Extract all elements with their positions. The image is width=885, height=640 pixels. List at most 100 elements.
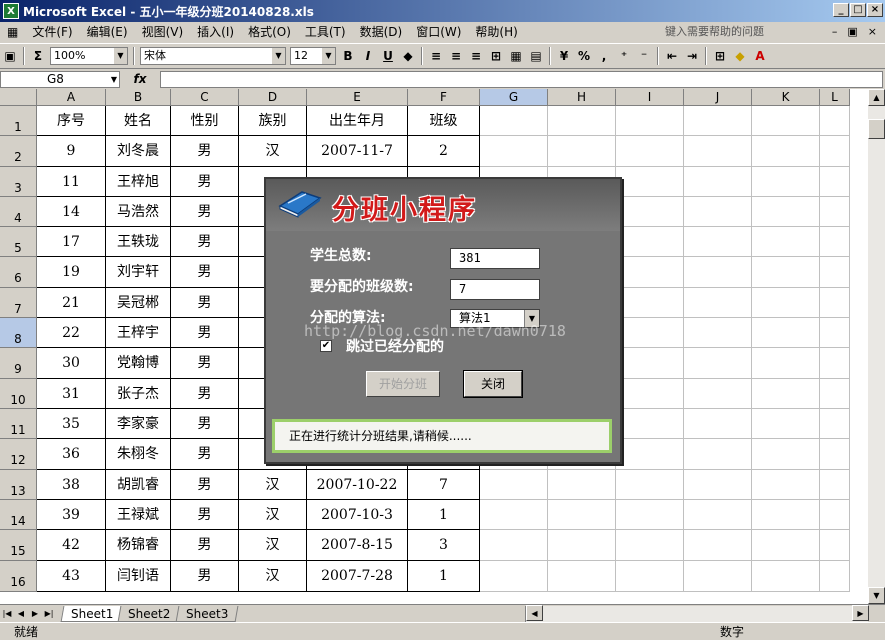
empty-cell[interactable] bbox=[616, 288, 684, 318]
table-header-cell[interactable]: 族别 bbox=[239, 106, 307, 136]
menu-view[interactable]: 视图(V) bbox=[135, 22, 191, 42]
table-cell[interactable]: 刘宇轩 bbox=[106, 257, 171, 288]
row-header-12[interactable]: 12 bbox=[0, 439, 37, 470]
empty-cell[interactable] bbox=[480, 500, 548, 530]
close-window-button[interactable]: × bbox=[867, 3, 883, 17]
empty-cell[interactable] bbox=[752, 257, 820, 288]
name-box[interactable]: G8 ▼ bbox=[0, 70, 120, 88]
increase-indent-icon[interactable]: ⇥ bbox=[682, 46, 702, 66]
empty-cell[interactable] bbox=[820, 470, 850, 500]
table-cell[interactable]: 男 bbox=[171, 439, 239, 470]
empty-cell[interactable] bbox=[616, 257, 684, 288]
table-cell[interactable]: 男 bbox=[171, 257, 239, 288]
row-header-5[interactable]: 5 bbox=[0, 227, 37, 257]
bold-button[interactable]: B bbox=[338, 46, 358, 66]
table-cell[interactable]: 1 bbox=[408, 500, 480, 530]
empty-cell[interactable] bbox=[548, 106, 616, 136]
scroll-up-icon[interactable]: ▲ bbox=[868, 89, 885, 106]
empty-cell[interactable] bbox=[616, 167, 684, 197]
table-cell[interactable]: 42 bbox=[37, 530, 106, 561]
table-cell[interactable]: 男 bbox=[171, 136, 239, 167]
empty-cell[interactable] bbox=[820, 257, 850, 288]
table-cell[interactable]: 男 bbox=[171, 379, 239, 409]
empty-cell[interactable] bbox=[480, 106, 548, 136]
table-cell[interactable]: 王禄斌 bbox=[106, 500, 171, 530]
next-sheet-icon[interactable]: ▶ bbox=[28, 609, 42, 618]
font-size-select[interactable]: 12 ▼ bbox=[290, 47, 336, 65]
empty-cell[interactable] bbox=[820, 167, 850, 197]
empty-cell[interactable] bbox=[820, 379, 850, 409]
table-cell[interactable]: 朱栩冬 bbox=[106, 439, 171, 470]
empty-cell[interactable] bbox=[684, 409, 752, 439]
table-cell[interactable]: 2007-8-15 bbox=[307, 530, 408, 561]
empty-cell[interactable] bbox=[684, 379, 752, 409]
empty-cell[interactable] bbox=[752, 530, 820, 561]
empty-cell[interactable] bbox=[684, 106, 752, 136]
table-cell[interactable]: 2007-10-22 bbox=[307, 470, 408, 500]
empty-cell[interactable] bbox=[684, 167, 752, 197]
horizontal-scrollbar[interactable]: ◀ ▶ bbox=[525, 605, 869, 622]
empty-cell[interactable] bbox=[480, 136, 548, 167]
table-cell[interactable]: 男 bbox=[171, 197, 239, 227]
last-sheet-icon[interactable]: ▶| bbox=[42, 609, 56, 618]
empty-cell[interactable] bbox=[548, 470, 616, 500]
table-header-cell[interactable]: 出生年月 bbox=[307, 106, 408, 136]
empty-cell[interactable] bbox=[616, 348, 684, 379]
empty-cell[interactable] bbox=[616, 227, 684, 257]
table-cell[interactable]: 男 bbox=[171, 318, 239, 348]
column-header-k[interactable]: K bbox=[752, 89, 820, 106]
table-cell[interactable]: 李家豪 bbox=[106, 409, 171, 439]
menu-doc-icon[interactable]: ▦ bbox=[0, 22, 25, 42]
empty-cell[interactable] bbox=[480, 470, 548, 500]
table-cell[interactable]: 吴冠郴 bbox=[106, 288, 171, 318]
row-header-2[interactable]: 2 bbox=[0, 136, 37, 167]
underline-button[interactable]: U bbox=[378, 46, 398, 66]
empty-cell[interactable] bbox=[480, 530, 548, 561]
table-cell[interactable]: 马浩然 bbox=[106, 197, 171, 227]
table-cell[interactable]: 11 bbox=[37, 167, 106, 197]
menu-window[interactable]: 窗口(W) bbox=[409, 22, 468, 42]
empty-cell[interactable] bbox=[684, 439, 752, 470]
empty-cell[interactable] bbox=[820, 106, 850, 136]
table-cell[interactable]: 30 bbox=[37, 348, 106, 379]
empty-cell[interactable] bbox=[684, 561, 752, 592]
column-header-d[interactable]: D bbox=[239, 89, 307, 106]
row-header-3[interactable]: 3 bbox=[0, 167, 37, 197]
table-cell[interactable]: 2007-10-3 bbox=[307, 500, 408, 530]
table-cell[interactable]: 7 bbox=[408, 470, 480, 500]
column-header-h[interactable]: H bbox=[548, 89, 616, 106]
table-cell[interactable]: 1 bbox=[408, 561, 480, 592]
empty-cell[interactable] bbox=[752, 106, 820, 136]
scroll-thumb[interactable] bbox=[868, 119, 885, 139]
table-cell[interactable]: 汉 bbox=[239, 530, 307, 561]
column-header-e[interactable]: E bbox=[307, 89, 408, 106]
empty-cell[interactable] bbox=[752, 500, 820, 530]
currency-icon[interactable]: ¥ bbox=[554, 46, 574, 66]
row-header-13[interactable]: 13 bbox=[0, 470, 37, 500]
empty-cell[interactable] bbox=[820, 288, 850, 318]
table-cell[interactable]: 汉 bbox=[239, 136, 307, 167]
empty-cell[interactable] bbox=[684, 288, 752, 318]
table-cell[interactable]: 39 bbox=[37, 500, 106, 530]
menu-tools[interactable]: 工具(T) bbox=[298, 22, 353, 42]
table-cell[interactable]: 31 bbox=[37, 379, 106, 409]
table-icon[interactable]: ▤ bbox=[526, 46, 546, 66]
row-header-15[interactable]: 15 bbox=[0, 530, 37, 561]
row-header-10[interactable]: 10 bbox=[0, 379, 37, 409]
table-cell[interactable]: 男 bbox=[171, 167, 239, 197]
empty-cell[interactable] bbox=[548, 530, 616, 561]
table-cell[interactable]: 男 bbox=[171, 561, 239, 592]
select-all-corner[interactable] bbox=[0, 89, 37, 106]
borders-icon[interactable]: ⊞ bbox=[710, 46, 730, 66]
align-left-icon[interactable]: ≡ bbox=[426, 46, 446, 66]
doc-restore-icon[interactable]: ▣ bbox=[847, 25, 857, 38]
empty-cell[interactable] bbox=[752, 439, 820, 470]
row-header-6[interactable]: 6 bbox=[0, 257, 37, 288]
empty-cell[interactable] bbox=[820, 348, 850, 379]
empty-cell[interactable] bbox=[616, 136, 684, 167]
table-cell[interactable]: 9 bbox=[37, 136, 106, 167]
table-cell[interactable]: 胡凯睿 bbox=[106, 470, 171, 500]
table-cell[interactable]: 2007-11-7 bbox=[307, 136, 408, 167]
start-assignment-button[interactable]: 开始分班 bbox=[366, 371, 440, 397]
menu-file[interactable]: 文件(F) bbox=[25, 22, 79, 42]
